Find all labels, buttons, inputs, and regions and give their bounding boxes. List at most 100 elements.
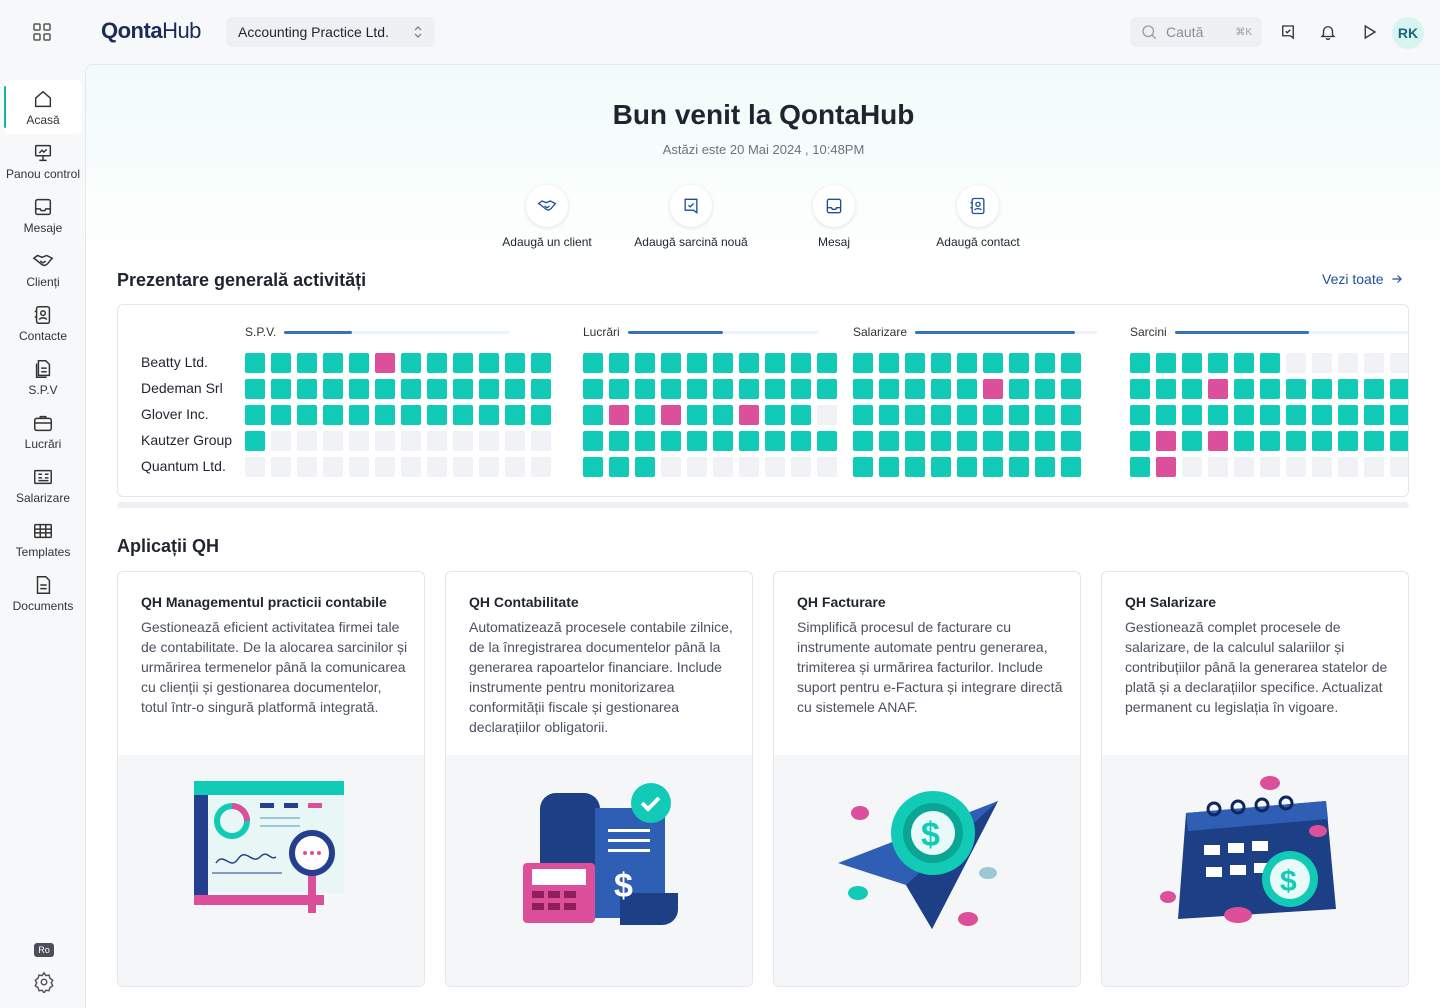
activity-cell-done[interactable] (1234, 405, 1254, 425)
sidebar-item-clients[interactable]: Clienți (4, 242, 82, 296)
activity-cell-done[interactable] (1130, 431, 1150, 451)
activity-cell-done[interactable] (635, 457, 655, 477)
apps-grid-icon[interactable] (30, 20, 54, 44)
activity-cell-done[interactable] (1182, 431, 1202, 451)
activity-cell-done[interactable] (765, 379, 785, 399)
activity-cell-done[interactable] (791, 431, 811, 451)
activity-cell-done[interactable] (1364, 379, 1384, 399)
activity-cell-alert[interactable] (1208, 379, 1228, 399)
activity-cell-done[interactable] (983, 431, 1003, 451)
activity-cell-done[interactable] (817, 353, 837, 373)
activity-cell-empty[interactable] (1390, 457, 1408, 477)
activity-cell-alert[interactable] (1156, 457, 1176, 477)
sidebar-item-home[interactable]: Acasă (4, 80, 82, 134)
activity-cell-done[interactable] (427, 379, 447, 399)
activity-cell-done[interactable] (583, 431, 603, 451)
activity-cell-empty[interactable] (1182, 457, 1202, 477)
activity-cell-done[interactable] (297, 405, 317, 425)
activity-cell-done[interactable] (505, 379, 525, 399)
sidebar-item-templates[interactable]: Templates (4, 512, 82, 566)
activity-cell-empty[interactable] (661, 457, 681, 477)
activity-cell-empty[interactable] (739, 457, 759, 477)
activity-cell-done[interactable] (931, 353, 951, 373)
sidebar-item-works[interactable]: Lucrări (4, 404, 82, 458)
activity-cell-done[interactable] (375, 379, 395, 399)
activity-cell-done[interactable] (713, 379, 733, 399)
activity-cell-done[interactable] (583, 379, 603, 399)
add-client-button[interactable]: Adaugă un client (472, 185, 622, 249)
activity-cell-done[interactable] (957, 457, 977, 477)
activity-cell-empty[interactable] (1364, 353, 1384, 373)
activity-cell-empty[interactable] (1286, 353, 1306, 373)
activity-cell-done[interactable] (687, 353, 707, 373)
activity-cell-empty[interactable] (1338, 457, 1358, 477)
tasks-icon[interactable] (1276, 20, 1300, 44)
activity-cell-done[interactable] (713, 353, 733, 373)
client-name[interactable]: Quantum Ltd. (141, 457, 232, 483)
activity-cell-empty[interactable] (401, 457, 421, 477)
activity-cell-done[interactable] (401, 405, 421, 425)
activity-cell-done[interactable] (879, 405, 899, 425)
activity-cell-empty[interactable] (505, 431, 525, 451)
activity-cell-done[interactable] (1061, 431, 1081, 451)
app-card-payroll[interactable]: QH Salarizare Gestionează complet proces… (1101, 571, 1409, 987)
activity-cell-empty[interactable] (375, 457, 395, 477)
activity-cell-done[interactable] (1156, 405, 1176, 425)
activity-cell-done[interactable] (635, 379, 655, 399)
activity-cell-done[interactable] (583, 353, 603, 373)
activity-cell-empty[interactable] (323, 431, 343, 451)
logo[interactable]: QontaHub (101, 18, 201, 44)
activity-cell-empty[interactable] (453, 457, 473, 477)
activity-cell-done[interactable] (957, 379, 977, 399)
activity-cell-done[interactable] (1364, 431, 1384, 451)
activity-cell-done[interactable] (479, 405, 499, 425)
app-card-practice[interactable]: QH Managementul practicii contabile Gest… (117, 571, 425, 987)
activity-cell-done[interactable] (1009, 457, 1029, 477)
activity-cell-done[interactable] (765, 431, 785, 451)
activity-cell-done[interactable] (1364, 405, 1384, 425)
activity-cell-done[interactable] (1260, 353, 1280, 373)
activity-cell-done[interactable] (739, 353, 759, 373)
activity-cell-done[interactable] (661, 431, 681, 451)
activity-cell-empty[interactable] (1364, 457, 1384, 477)
activity-cell-done[interactable] (1061, 379, 1081, 399)
activity-cell-done[interactable] (1156, 379, 1176, 399)
activity-cell-done[interactable] (1390, 431, 1408, 451)
activity-cell-done[interactable] (323, 379, 343, 399)
activity-cell-done[interactable] (1338, 431, 1358, 451)
activity-cell-empty[interactable] (791, 457, 811, 477)
activity-cell-done[interactable] (245, 405, 265, 425)
activity-cell-done[interactable] (879, 353, 899, 373)
activity-cell-done[interactable] (635, 353, 655, 373)
activity-cell-done[interactable] (687, 431, 707, 451)
activity-cell-done[interactable] (853, 379, 873, 399)
client-name[interactable]: Beatty Ltd. (141, 353, 232, 379)
sidebar-item-payroll[interactable]: Salarizare (4, 458, 82, 512)
activity-cell-done[interactable] (1286, 405, 1306, 425)
activity-cell-done[interactable] (853, 353, 873, 373)
activity-cell-done[interactable] (957, 353, 977, 373)
activity-cell-done[interactable] (1035, 379, 1055, 399)
activity-cell-done[interactable] (879, 379, 899, 399)
activity-cell-done[interactable] (245, 379, 265, 399)
activity-cell-empty[interactable] (1234, 457, 1254, 477)
activity-cell-empty[interactable] (1390, 353, 1408, 373)
activity-cell-done[interactable] (1338, 405, 1358, 425)
activity-cell-empty[interactable] (1338, 353, 1358, 373)
activity-cell-done[interactable] (1130, 457, 1150, 477)
activity-cell-done[interactable] (271, 379, 291, 399)
activity-cell-done[interactable] (983, 457, 1003, 477)
activity-cell-done[interactable] (323, 405, 343, 425)
activity-cell-done[interactable] (1182, 353, 1202, 373)
activity-cell-empty[interactable] (687, 457, 707, 477)
activity-cell-done[interactable] (1312, 405, 1332, 425)
gear-icon[interactable] (33, 971, 55, 995)
activity-cell-done[interactable] (1035, 405, 1055, 425)
activity-cell-done[interactable] (765, 405, 785, 425)
activity-cell-done[interactable] (1035, 457, 1055, 477)
avatar[interactable]: RK (1392, 17, 1424, 49)
activity-cell-done[interactable] (1061, 457, 1081, 477)
sidebar-item-documents[interactable]: Documents (4, 566, 82, 620)
activity-cell-done[interactable] (713, 431, 733, 451)
activity-cell-done[interactable] (1009, 405, 1029, 425)
